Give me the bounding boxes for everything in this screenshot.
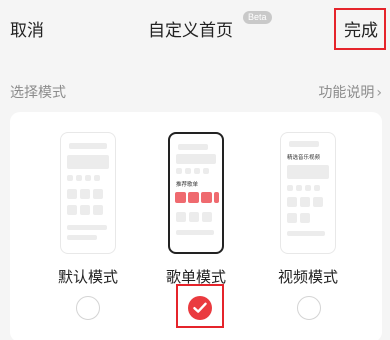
preview-dot <box>176 168 182 174</box>
preview-dot <box>314 185 320 191</box>
preview-tile <box>93 205 103 215</box>
video-mode-preview[interactable]: 精选音乐视频 <box>280 132 336 254</box>
check-icon <box>193 302 207 313</box>
preview-tile <box>93 189 103 199</box>
preview-tile <box>189 212 199 222</box>
preview-line <box>67 235 97 240</box>
playlist-mode-preview[interactable]: 推荐歌单 <box>168 132 224 254</box>
default-mode-label[interactable]: 默认模式 <box>48 266 128 287</box>
help-link[interactable]: 功能说明 › <box>318 82 382 102</box>
preview-playlist-tile <box>188 192 199 203</box>
preview-playlist-title: 推荐歌单 <box>176 182 199 188</box>
preview-dot <box>185 168 191 174</box>
preview-line <box>287 231 325 236</box>
preview-dot <box>85 175 91 181</box>
cancel-button[interactable]: 取消 <box>10 16 44 41</box>
preview-tile <box>287 213 297 223</box>
done-button[interactable]: 完成 <box>344 16 378 41</box>
preview-dot <box>287 185 293 191</box>
preview-dot <box>296 185 302 191</box>
preview-playlist-tile <box>175 192 186 203</box>
preview-tile <box>300 197 310 207</box>
default-mode-preview[interactable] <box>60 132 116 254</box>
default-mode-radio[interactable] <box>76 296 100 320</box>
preview-banner <box>67 155 109 169</box>
preview-tile <box>176 212 186 222</box>
page-title: 自定义首页 <box>148 21 233 41</box>
preview-line <box>289 141 319 147</box>
preview-dot <box>194 168 200 174</box>
preview-video-banner <box>287 165 329 179</box>
preview-tile <box>313 197 323 207</box>
preview-tile <box>80 205 90 215</box>
preview-tile <box>202 212 212 222</box>
preview-video-title: 精选音乐视频 <box>287 155 321 161</box>
preview-dot <box>94 175 100 181</box>
preview-banner <box>176 154 216 164</box>
help-link-label: 功能说明 <box>318 85 375 101</box>
preview-line <box>67 225 107 230</box>
beta-badge: Beta <box>243 11 272 24</box>
chevron-right-icon: › <box>376 85 382 101</box>
top-bar: 取消 自定义首页 Beta 完成 <box>0 0 390 56</box>
preview-tile <box>300 213 310 223</box>
preview-dot <box>305 185 311 191</box>
preview-dot <box>203 168 209 174</box>
section-label: 选择模式 <box>10 85 66 101</box>
preview-tile <box>67 205 77 215</box>
video-mode-radio[interactable] <box>297 296 321 320</box>
preview-line <box>69 143 107 149</box>
preview-line <box>178 144 208 150</box>
preview-line <box>176 230 214 235</box>
preview-playlist-tile <box>201 192 212 203</box>
video-mode-label[interactable]: 视频模式 <box>268 266 348 287</box>
preview-tile <box>287 197 297 207</box>
playlist-mode-radio[interactable] <box>188 296 212 320</box>
preview-playlist-tile <box>214 192 219 203</box>
preview-dot <box>76 175 82 181</box>
preview-dot <box>67 175 73 181</box>
page-title-wrap: 自定义首页 Beta <box>148 11 272 41</box>
preview-tile <box>67 189 77 199</box>
preview-tile <box>80 189 90 199</box>
